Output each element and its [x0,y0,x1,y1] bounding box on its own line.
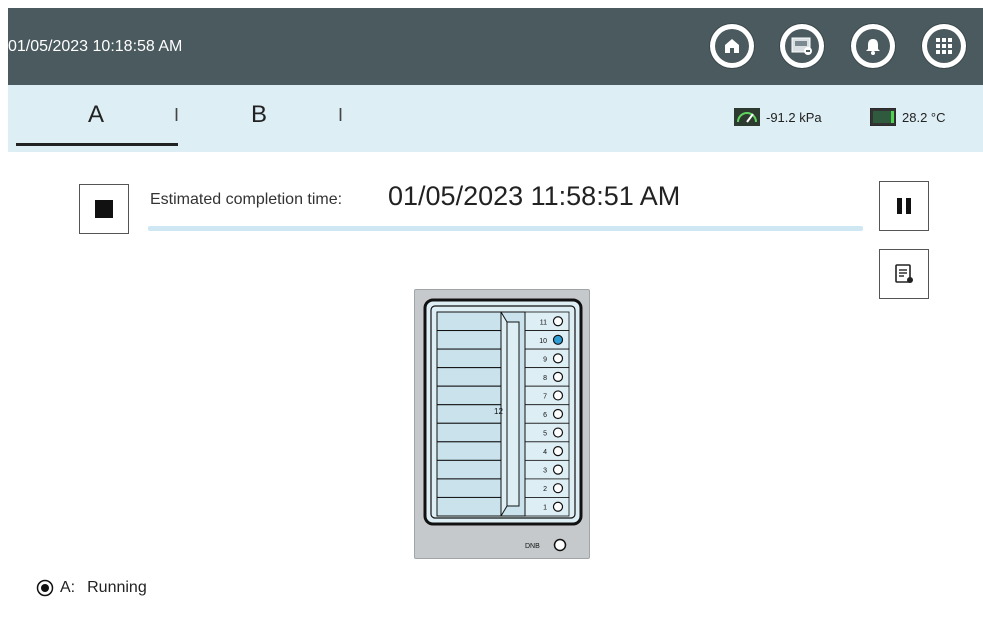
display-icon [791,37,812,55]
valve-slot [436,478,502,498]
home-icon [725,39,739,53]
notifications-button[interactable] [851,24,895,68]
valve-position-indicator [552,316,564,327]
valve-slot [436,367,502,387]
valve-position-indicator [552,464,564,475]
report-button[interactable] [879,249,929,299]
valve-slot [436,422,502,443]
valve-position-label: 6 [543,412,547,419]
grid-menu-icon [936,38,952,54]
valve-position-label: 9 [543,356,547,363]
valve-position-indicator [552,390,564,401]
center-position-label: 12 [494,407,503,416]
datetime: 01/05/2023 10:18:58 AM [8,38,183,55]
pressure-readout: -91.2 kPa [734,108,822,126]
dnb-indicator [553,538,567,552]
valve-slot [436,385,502,406]
stop-button[interactable] [79,184,129,234]
valve-slot [436,459,502,480]
valve-position-indicator [552,483,564,494]
valve-position-indicator [552,353,564,364]
app-window: 01/05/2023 10:18:58 AM A I B I -91.2 kPa [8,8,983,620]
valve-position-label: 8 [543,375,547,382]
valve-position-label: 11 [540,319,547,326]
estimated-completion-time: 01/05/2023 11:58:51 AM [388,181,681,211]
thermometer-icon [870,108,896,126]
pressure-gauge-icon [734,108,760,126]
valve-position-label: 3 [543,468,547,475]
status-label: A: [60,579,76,596]
valve-slot [436,311,502,332]
pause-button[interactable] [879,181,929,231]
report-icon [895,264,913,283]
valve-position-label: 5 [543,431,547,438]
run-status: A: Running [36,579,147,597]
temperature-readout: 28.2 °C [870,108,946,126]
valve-position-indicator [552,445,564,457]
valve-position-indicator [552,427,564,438]
tab-b[interactable]: B [251,101,267,129]
valve-slot [436,348,502,369]
pressure-value: -91.2 kPa [766,109,822,125]
tab-separator: I [338,105,344,125]
valve-position-indicator [552,501,564,512]
dnb-label: DNB [525,543,540,550]
top-bar: 01/05/2023 10:18:58 AM [8,8,983,85]
home-button[interactable] [710,24,754,68]
apps-menu-button[interactable] [922,24,966,68]
bell-icon [866,39,880,55]
valve-slot [436,330,502,350]
tab-a[interactable]: A [88,101,104,129]
valve-position-label: 1 [543,505,547,512]
valve-diagram: 11 10 9 8 7 6 5 4 3 2 1 12 DNB [423,298,583,552]
valve-position-indicator-active [552,334,564,345]
valve-position-label: 10 [539,338,547,345]
valve-position-indicator [552,408,564,420]
radio-status-icon [36,579,54,597]
stop-icon [95,200,113,218]
estimated-completion-label: Estimated completion time: [150,191,343,208]
valve-position-label: 2 [543,486,547,493]
progress-underline [148,226,863,231]
tab-bar: A I B I -91.2 kPa 28.2 °C [8,85,983,152]
valve-slot [436,441,502,461]
valve-position-label: 7 [543,393,547,400]
temperature-value: 28.2 °C [902,109,946,125]
valve-slot [436,496,502,517]
valve-device: 11 10 9 8 7 6 5 4 3 2 1 12 DNB [414,289,590,559]
active-tab-indicator [16,143,178,146]
valve-position-indicator [552,371,564,383]
display-button[interactable] [780,24,824,68]
tab-separator: I [174,105,180,125]
status-value: Running [87,579,147,596]
valve-position-label: 4 [543,449,547,456]
valve-slot [436,404,502,424]
pause-icon [897,198,911,214]
